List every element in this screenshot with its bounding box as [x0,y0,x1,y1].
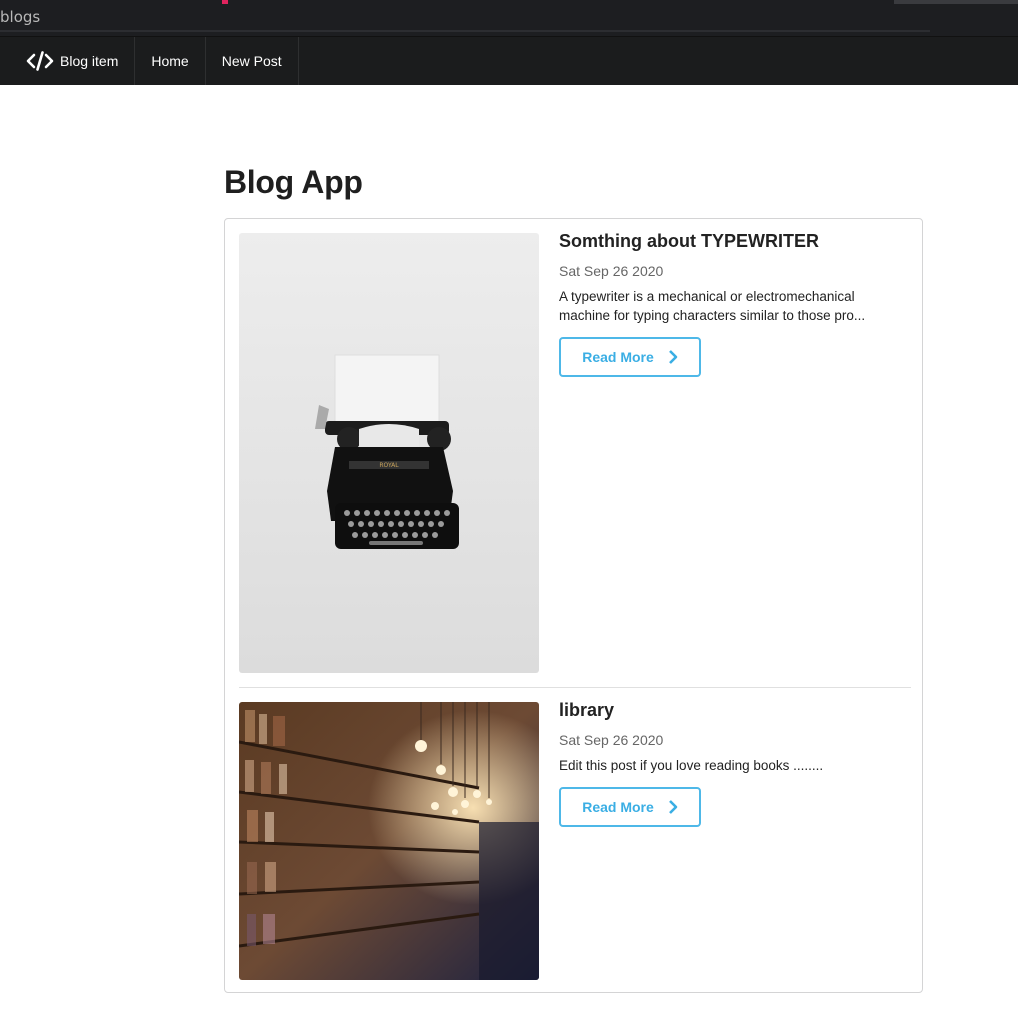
post-image-library[interactable] [239,702,539,980]
browser-strip: blogs [0,0,1018,36]
post-date: Sat Sep 26 2020 [559,263,664,279]
chevron-right-icon [668,800,678,814]
read-more-label: Read More [582,349,654,365]
nav-brand[interactable]: Blog item [0,37,136,85]
nav-item-label: New Post [221,53,282,69]
nav-brand-label: Blog item [60,53,119,69]
post-excerpt: A typewriter is a mechanical or electrom… [559,289,866,323]
post-excerpt: Edit this post if you love reading books… [559,758,824,773]
browser-accent-right [894,0,1018,4]
read-more-button[interactable]: Read More [559,337,701,377]
read-more-button[interactable]: Read More [559,787,701,827]
post-date: Sat Sep 26 2020 [559,732,664,748]
svg-text:ROYAL: ROYAL [379,462,399,469]
post-image-typewriter[interactable]: ROYAL [239,233,539,673]
address-underline [0,30,930,32]
code-icon [26,51,54,71]
post-content: Somthing about TYPEWRITER Sat Sep 26 202… [559,232,911,377]
read-more-label: Read More [582,799,654,815]
post-item: library Sat Sep 26 2020 Edit this post i… [239,701,911,980]
address-text[interactable]: blogs [0,8,40,26]
page-title: Blog App [224,164,363,200]
post-list-card: ROYAL Somthing about TYPEWRITER Sat Sep … [224,218,923,993]
post-content: library Sat Sep 26 2020 Edit this post i… [559,701,911,827]
main-content: Blog App ROYAL Somthing about TYPEWRITER… [224,150,924,993]
nav-item-label: Home [151,53,189,69]
browser-accent [222,0,228,4]
chevron-right-icon [668,350,678,364]
nav-item-home[interactable]: Home [135,37,206,85]
nav-item-new-post[interactable]: New Post [206,37,299,85]
post-title[interactable]: library [559,701,911,719]
post-item: ROYAL Somthing about TYPEWRITER Sat Sep … [239,232,911,673]
top-navbar: Blog item Home New Post [0,36,1018,85]
post-divider [239,687,911,688]
post-title[interactable]: Somthing about TYPEWRITER [559,232,911,250]
